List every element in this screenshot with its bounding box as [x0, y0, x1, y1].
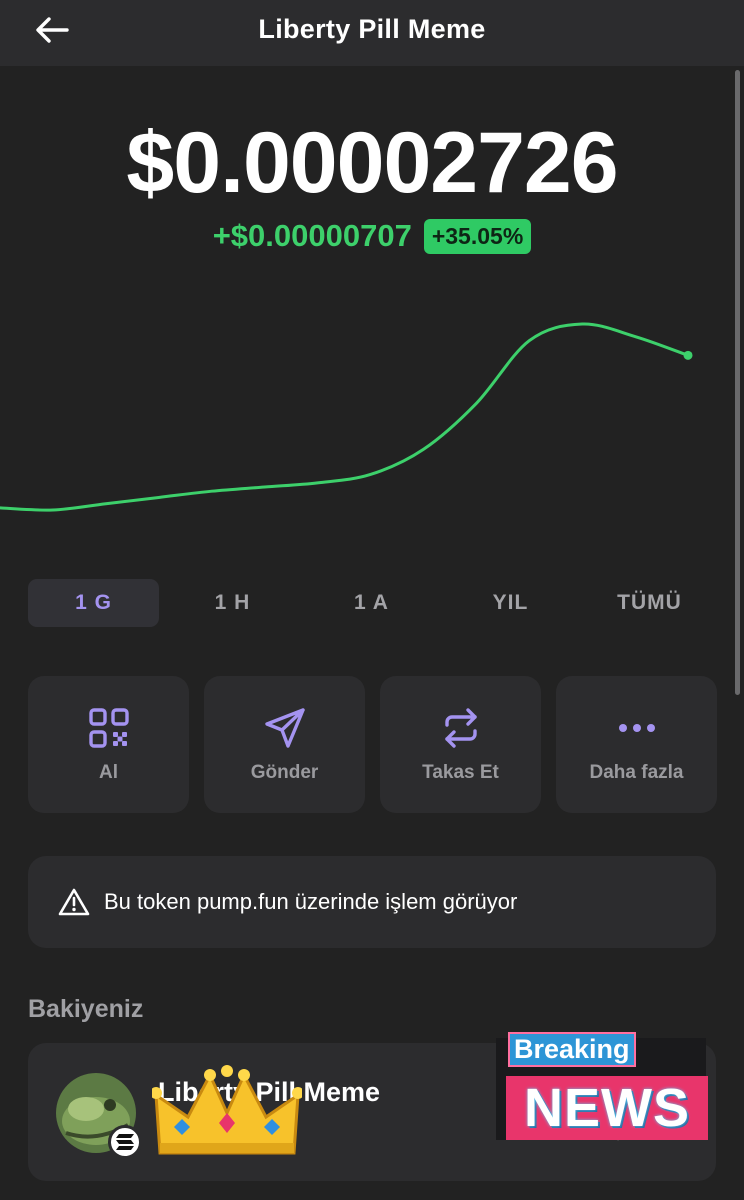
- breaking-news-sticker: Breaking NEWS: [496, 1030, 710, 1140]
- qr-code-icon: [88, 708, 129, 748]
- receive-button[interactable]: Al: [28, 676, 189, 813]
- breaking-label: Breaking: [508, 1032, 636, 1067]
- pump-fun-notice[interactable]: Bu token pump.fun üzerinde işlem görüyor: [28, 856, 716, 948]
- send-icon: [264, 708, 305, 748]
- balance-section-title: Bakiyeniz: [28, 995, 144, 1023]
- swap-label: Takas Et: [422, 762, 499, 783]
- more-icon: [618, 724, 655, 732]
- range-tab-1a[interactable]: 1 A: [306, 579, 437, 627]
- more-label: Daha fazla: [589, 762, 684, 783]
- warning-icon: [58, 888, 90, 916]
- notice-text: Bu token pump.fun üzerinde işlem görüyor: [104, 889, 518, 914]
- swap-button[interactable]: Takas Et: [380, 676, 541, 813]
- more-button[interactable]: Daha fazla: [556, 676, 717, 813]
- receive-label: Al: [99, 762, 118, 783]
- range-tab-1h[interactable]: 1 H: [167, 579, 298, 627]
- current-price-dot: [683, 350, 693, 360]
- price-change-row: +$0.00000707 +35.05%: [0, 218, 744, 254]
- time-range-selector: 1 G 1 H 1 A YIL TÜMÜ: [28, 579, 718, 627]
- send-label: Gönder: [250, 762, 319, 783]
- top-bar: Liberty Pill Meme: [0, 0, 744, 66]
- action-buttons: Al Gönder Takas Et Daha fazla: [28, 676, 717, 813]
- page-title: Liberty Pill Meme: [258, 14, 486, 44]
- range-tab-1g[interactable]: 1 G: [28, 579, 159, 627]
- token-price: $0.00002726: [126, 115, 618, 211]
- price-change-value: +$0.00000707: [212, 218, 412, 253]
- price-line: [0, 322, 690, 512]
- solana-icon: [108, 1125, 142, 1159]
- crown-icon: [152, 1065, 302, 1155]
- swap-icon: [444, 708, 477, 748]
- price-chart[interactable]: [0, 300, 744, 550]
- range-tab-tumu[interactable]: TÜMÜ: [584, 579, 715, 627]
- range-tab-yil[interactable]: YIL: [445, 579, 576, 627]
- news-label: NEWS: [506, 1076, 708, 1140]
- send-button[interactable]: Gönder: [204, 676, 365, 813]
- price-change-percent-badge: +35.05%: [423, 218, 532, 254]
